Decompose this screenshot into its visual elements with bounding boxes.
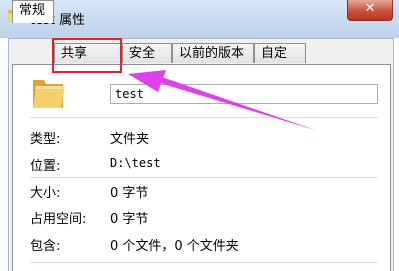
tab-previous-versions[interactable]: 以前的版本: [172, 43, 254, 63]
size-on-disk-label: 占用空间:: [30, 212, 87, 227]
tab-general[interactable]: 常规: [12, 0, 54, 23]
size-on-disk-value: 0 字节: [110, 212, 149, 227]
large-folder-icon: [33, 80, 65, 108]
close-button[interactable]: ✕: [347, 0, 393, 21]
size-label: 大小:: [30, 186, 61, 201]
divider: [30, 177, 378, 178]
type-value: 文件夹: [110, 132, 150, 147]
location-value: D:\test: [110, 156, 161, 170]
size-value: 0 字节: [110, 186, 149, 201]
folder-name-input[interactable]: test: [110, 84, 378, 104]
divider: [30, 117, 378, 118]
tab-security[interactable]: 安全: [122, 43, 172, 63]
location-label: 位置:: [30, 159, 61, 174]
divider: [30, 262, 378, 263]
type-label: 类型:: [30, 132, 61, 147]
tab-customize[interactable]: 自定义: [254, 43, 306, 81]
title-bar: test 属性 ✕: [0, 0, 399, 38]
highlight-box: [52, 38, 122, 73]
contains-label: 包含:: [30, 239, 61, 254]
contains-value: 0 个文件，0 个文件夹: [110, 239, 239, 254]
